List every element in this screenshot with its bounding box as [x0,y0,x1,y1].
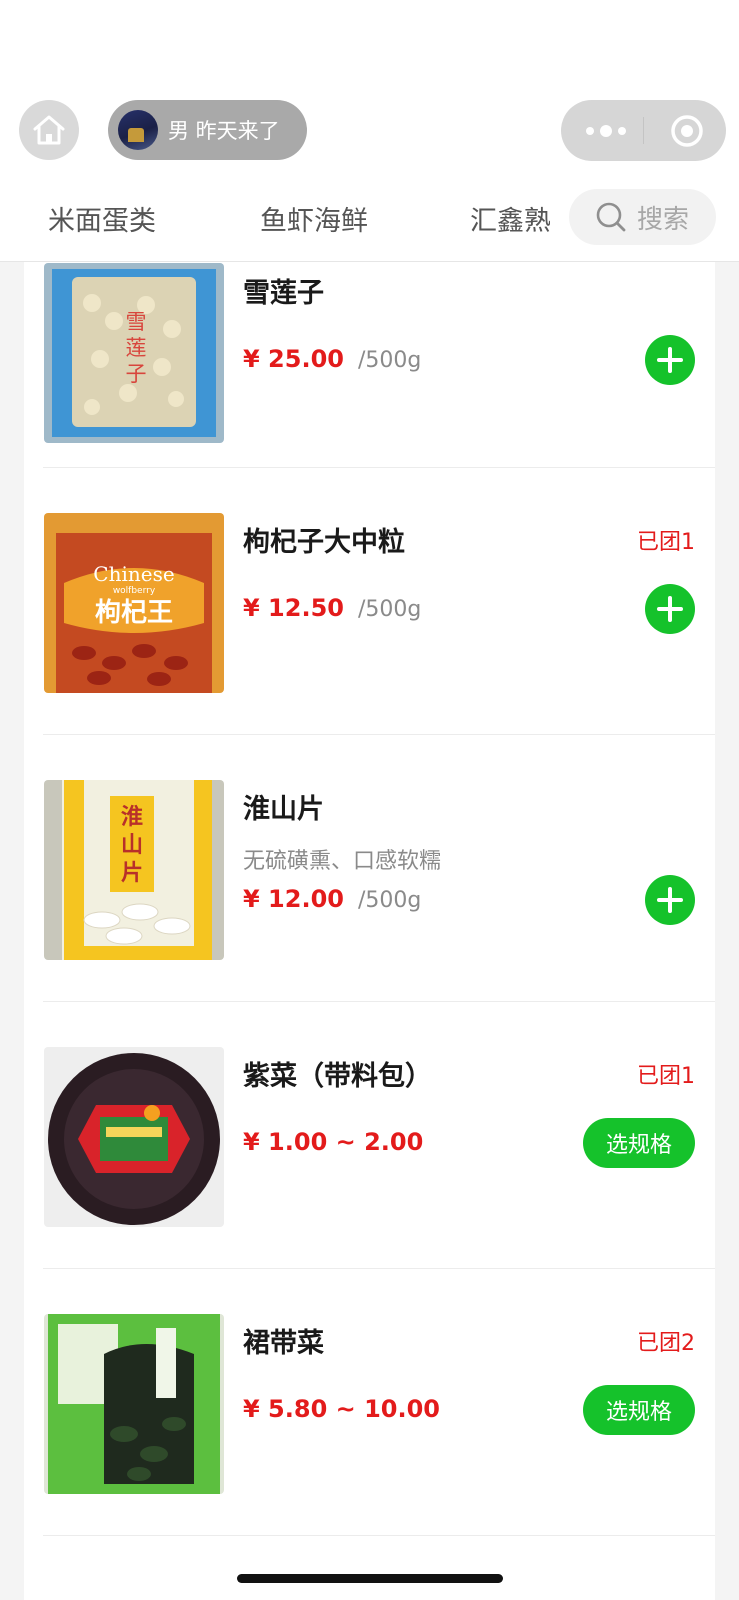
price-row: ¥ 1.00 ~ 2.00 [243,1128,423,1156]
add-to-cart-button[interactable] [645,335,695,385]
search-label: 搜索 [637,204,690,235]
item-divider [43,1535,715,1536]
product-item[interactable]: 裙带菜 已团2 ¥ 5.80 ~ 10.00 选规格 [24,1269,715,1536]
search-button[interactable]: 搜索 [569,189,716,245]
product-item[interactable]: 淮 山 片 淮山片 无硫磺熏、口感软糯 ¥ 12.00 /500g [24,735,715,1002]
svg-text:子: 子 [126,362,147,386]
svg-text:片: 片 [121,861,143,886]
category-tabs: 米面蛋类 鱼虾海鲜 汇鑫熟 搜索 [0,185,739,249]
select-spec-button[interactable]: 选规格 [583,1385,695,1435]
svg-text:wolfberry: wolfberry [113,586,156,596]
product-image-goji-berry: Chinese wolfberry 枸杞王 [44,513,224,693]
product-unit: /500g [357,348,422,373]
product-item[interactable]: 雪 莲 子 雪莲子 ¥ 25.00 /500g [24,262,715,468]
price-row: ¥ 5.80 ~ 10.00 [243,1395,440,1423]
product-name: 裙带菜 [243,1328,324,1359]
group-buy-count: 已团1 [637,530,695,555]
home-indicator [237,1574,503,1583]
plus-icon [657,347,683,373]
add-to-cart-button[interactable] [645,875,695,925]
svg-text:淮: 淮 [121,805,143,830]
product-unit: /500g [357,597,422,622]
product-unit: /500g [357,888,422,913]
product-item[interactable]: 紫菜（带料包） 已团1 ¥ 1.00 ~ 2.00 选规格 [24,1002,715,1269]
tab-rice-noodle-egg[interactable]: 米面蛋类 [48,199,156,238]
mini-program-page: 男 昨天来了 米面蛋类 鱼虾海鲜 汇鑫熟 搜索 雪 莲 子 雪莲子 ¥ 25.0… [0,0,739,1600]
product-image-yam-slice: 淮 山 片 [44,780,224,960]
home-button[interactable] [19,100,79,160]
group-buy-count: 已团2 [637,1331,695,1356]
product-name: 雪莲子 [243,278,324,309]
capsule-divider [643,117,644,144]
product-price: ¥ 12.00 [243,885,344,913]
product-name: 枸杞子大中粒 [243,527,405,558]
svg-text:枸杞王: 枸杞王 [95,597,173,628]
product-item[interactable]: Chinese wolfberry 枸杞王 枸杞子大中粒 已团1 ¥ 12.50… [24,468,715,735]
user-status-label: 男 昨天来了 [168,119,280,143]
product-price: ¥ 12.50 [243,594,344,622]
search-icon [596,202,626,232]
product-price: ¥ 5.80 ~ 10.00 [243,1395,441,1423]
product-image-snow-lotus-seed: 雪 莲 子 [44,263,224,443]
tab-seafood[interactable]: 鱼虾海鲜 [260,199,368,238]
top-header: 男 昨天来了 米面蛋类 鱼虾海鲜 汇鑫熟 搜索 [0,0,739,262]
more-dots-icon[interactable] [583,122,629,140]
product-name: 淮山片 [243,794,324,825]
avatar [118,110,158,150]
svg-text:莲: 莲 [126,336,147,360]
product-description: 无硫磺熏、口感软糯 [243,849,442,874]
plus-icon [657,596,683,622]
user-status-pill[interactable]: 男 昨天来了 [108,100,307,160]
svg-text:山: 山 [121,833,143,858]
plus-icon [657,887,683,913]
svg-text:Chinese: Chinese [93,562,174,586]
product-price: ¥ 1.00 ~ 2.00 [243,1128,424,1156]
menu-capsule [561,100,726,161]
group-buy-count: 已团1 [637,1064,695,1089]
tab-huixin-cooked[interactable]: 汇鑫熟 [470,199,550,238]
product-price: ¥ 25.00 [243,345,344,373]
add-to-cart-button[interactable] [645,584,695,634]
svg-text:雪: 雪 [126,310,147,334]
capsule-close-icon[interactable] [670,114,704,148]
price-row: ¥ 25.00 /500g [243,345,421,373]
product-image-seaweed [44,1047,224,1227]
home-icon [33,115,65,145]
product-name: 紫菜（带料包） [243,1061,432,1092]
product-list: 雪 莲 子 雪莲子 ¥ 25.00 /500g Chinese wolfberr… [24,262,715,1600]
select-spec-button[interactable]: 选规格 [583,1118,695,1168]
price-row: ¥ 12.00 /500g [243,885,421,913]
price-row: ¥ 12.50 /500g [243,594,421,622]
product-image-wakame [44,1314,224,1494]
